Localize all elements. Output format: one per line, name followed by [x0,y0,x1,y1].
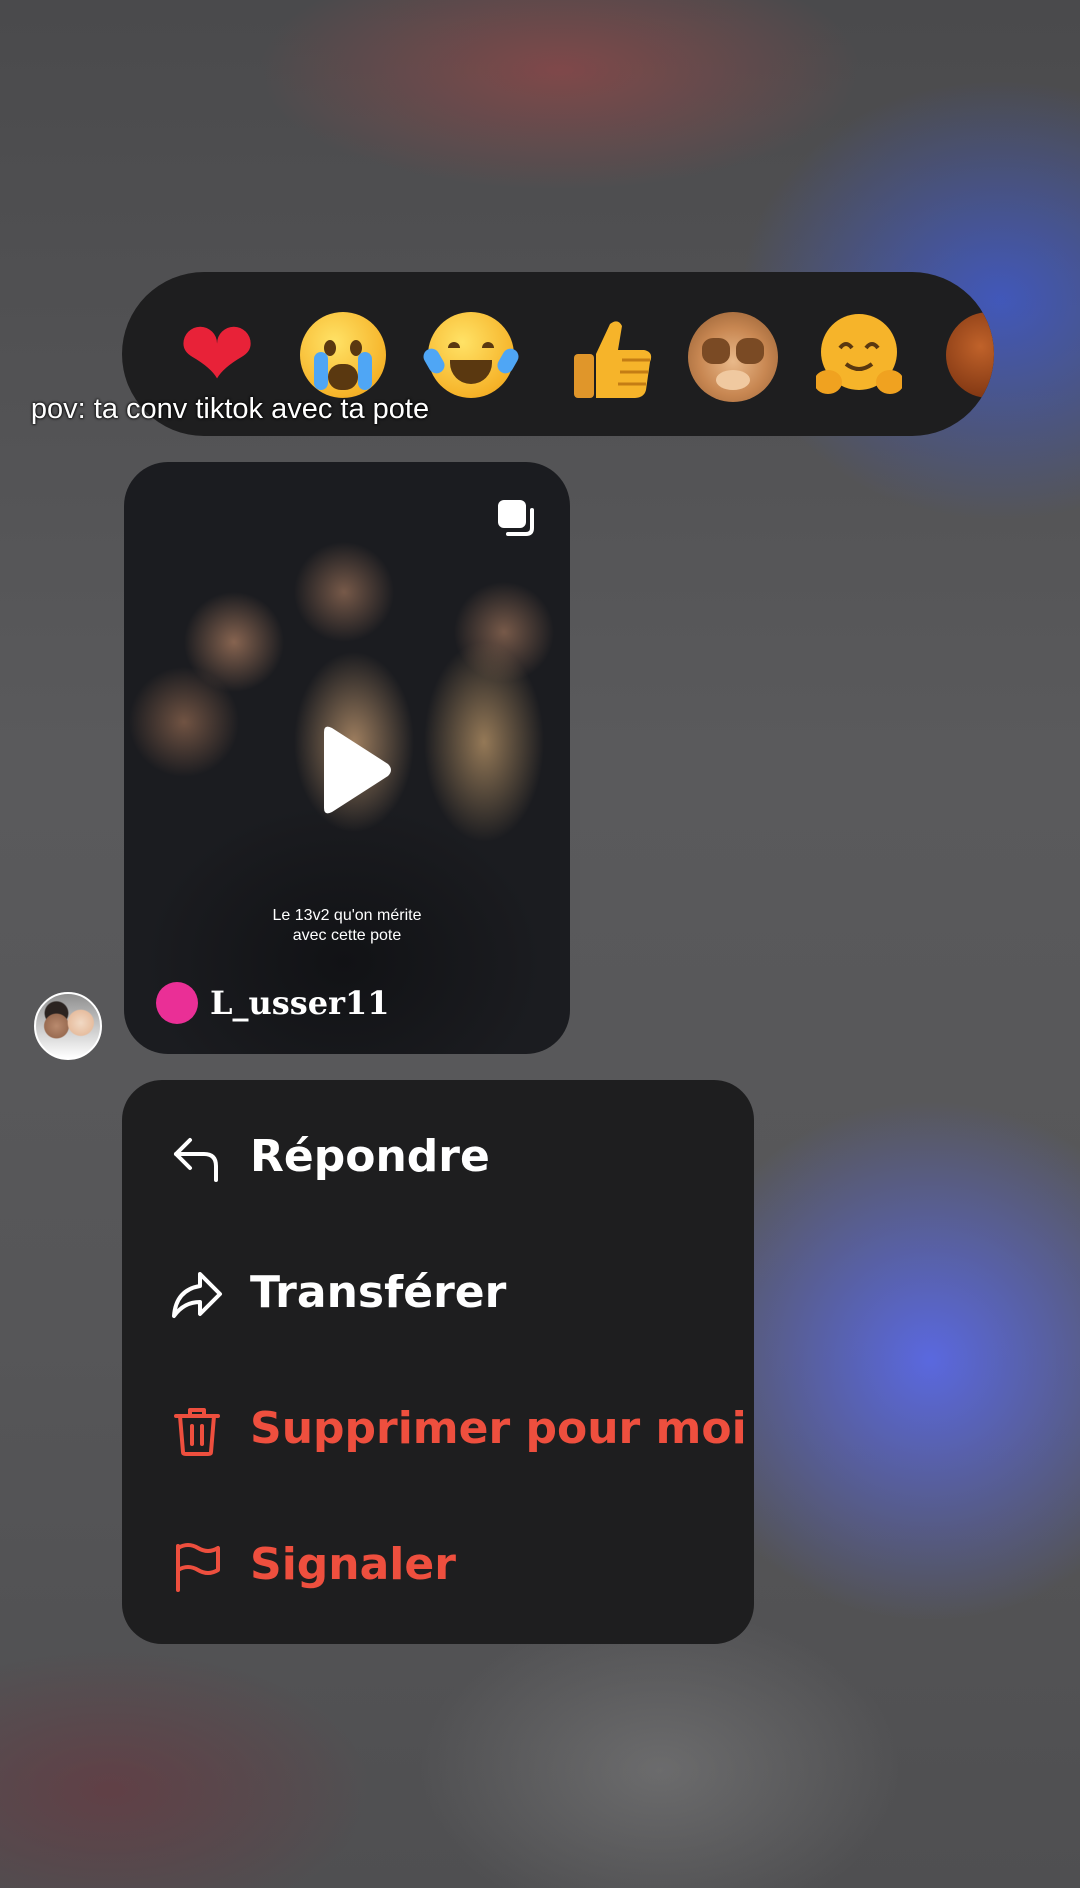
context-menu: Répondre Transférer Supprimer pour moi S… [122,1080,754,1644]
loudly-crying-face-reaction-icon[interactable] [300,312,386,398]
multi-video-icon [498,500,534,536]
menu-item-forward[interactable]: Transférer [122,1224,754,1360]
hugging-face-reaction-icon[interactable] [816,312,902,398]
flag-icon [176,1543,220,1592]
menu-label-reply: Répondre [250,1131,490,1182]
forward-icon [172,1272,222,1318]
creator-avatar [156,982,198,1024]
menu-label-report: Signaler [250,1539,456,1590]
menu-item-reply[interactable]: Répondre [122,1088,754,1224]
see-no-evil-monkey-reaction-icon[interactable] [688,312,778,402]
menu-label-delete: Supprimer pour moi [250,1403,747,1454]
reply-icon [174,1138,218,1182]
video-overlay-text: Le 13v2 qu'on mérite avec cette pote [272,907,422,944]
trash-icon [174,1408,220,1456]
tears-of-joy-reaction-icon[interactable] [420,312,522,398]
menu-item-report[interactable]: Signaler [122,1496,754,1632]
creator-username[interactable]: L_usser11 [210,982,390,1024]
partial-emoji-reaction-icon[interactable] [946,312,994,398]
play-icon[interactable] [314,724,394,816]
shared-video-card[interactable]: Le 13v2 qu'on mérite avec cette pote L_us… [124,462,570,1054]
menu-label-forward: Transférer [250,1267,507,1318]
video-caption: pov: ta conv tiktok avec ta pote [30,393,430,425]
heart-reaction-icon[interactable]: ❤ [172,309,262,401]
menu-item-delete[interactable]: Supprimer pour moi [122,1360,754,1496]
thumbs-up-reaction-icon[interactable] [566,316,656,402]
sender-avatar[interactable] [34,992,102,1060]
